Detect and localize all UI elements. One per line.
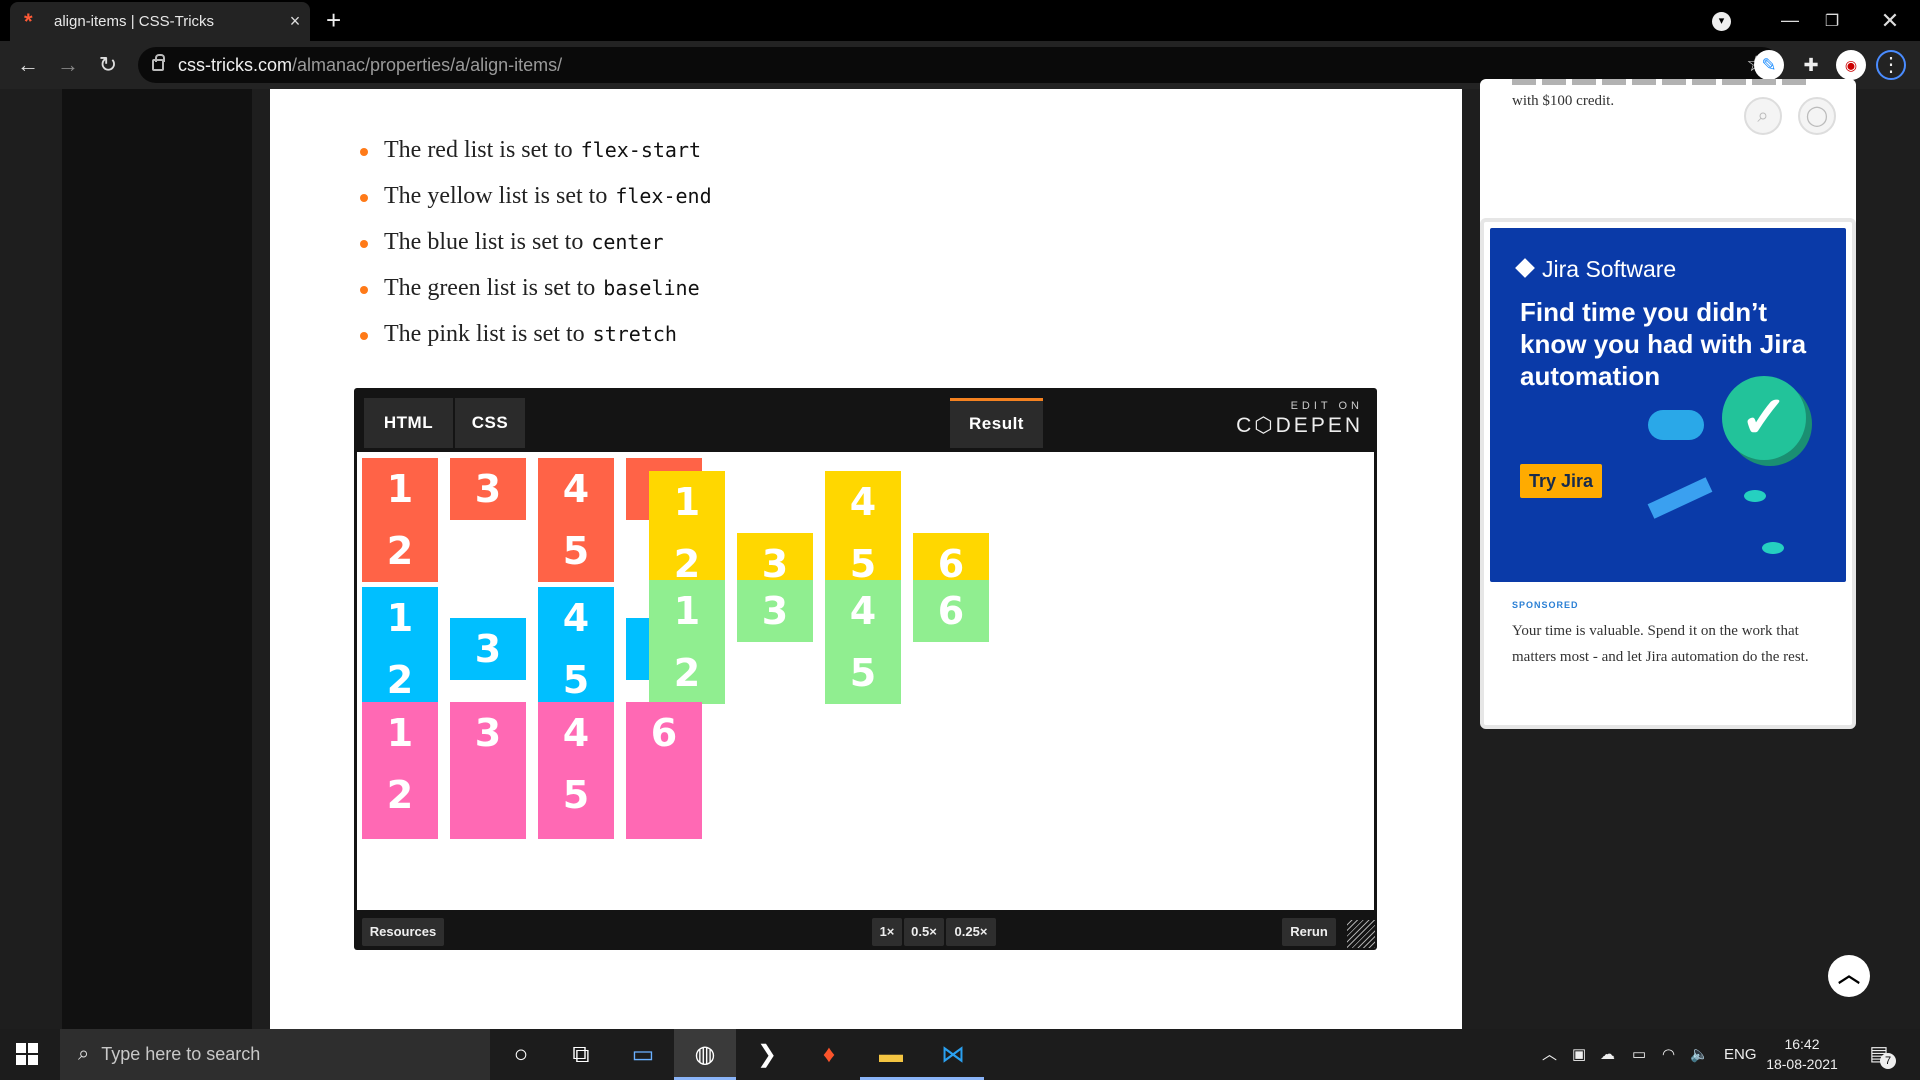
- zoom-0-25x-button[interactable]: 0.25×: [946, 918, 996, 946]
- rerun-button[interactable]: Rerun: [1282, 918, 1336, 946]
- vscode-icon[interactable]: ⋈: [922, 1029, 984, 1080]
- cortana-icon[interactable]: ○: [490, 1029, 552, 1080]
- blue-flex-item: 45: [538, 586, 614, 711]
- codepen-logo: C⬡DEPEN: [1236, 414, 1363, 437]
- url-text: css-tricks.com/almanac/properties/a/alig…: [178, 54, 563, 75]
- codepen-result-frame: 123456123456123456123456123456: [357, 452, 1374, 910]
- wifi-icon[interactable]: ◠: [1662, 1029, 1675, 1080]
- profile-avatar-icon[interactable]: ◉: [1836, 50, 1866, 80]
- list-item: The pink list is set to stretch: [360, 320, 712, 366]
- checkmark-icon: ✓: [1722, 376, 1806, 460]
- jira-logo: Jira Software: [1515, 256, 1676, 283]
- file-explorer-icon[interactable]: ▬: [860, 1029, 922, 1080]
- brave-browser-icon[interactable]: ♦: [798, 1029, 860, 1080]
- list-item: The red list is set to flex-start: [360, 136, 712, 182]
- volume-icon[interactable]: 🔈: [1690, 1029, 1709, 1080]
- notification-count: 7: [1880, 1053, 1896, 1069]
- red-flex-item: 45: [538, 458, 614, 582]
- language-indicator[interactable]: ENG: [1724, 1029, 1757, 1080]
- cloud-illustration: [1648, 410, 1704, 440]
- server-illustration: [1647, 477, 1713, 519]
- green-flex-item: 12: [649, 580, 725, 704]
- zoom-1x-button[interactable]: 1×: [872, 918, 902, 946]
- align-items-value-list: The red list is set to flex-start The yel…: [360, 136, 712, 366]
- codepen-footer: Resources 1× 0.5× 0.25× Rerun: [354, 910, 1377, 950]
- close-tab-icon[interactable]: ×: [280, 11, 310, 32]
- tab-css[interactable]: CSS: [455, 398, 525, 448]
- onedrive-icon[interactable]: ☁: [1600, 1029, 1615, 1080]
- try-jira-button[interactable]: Try Jira: [1520, 464, 1602, 498]
- scroll-to-top-button[interactable]: ︿: [1828, 955, 1870, 997]
- css-tricks-favicon-icon: *: [24, 8, 33, 34]
- search-icon[interactable]: ⌕: [1744, 97, 1782, 135]
- pink-flex-item: 6: [626, 702, 702, 839]
- lock-icon: [152, 54, 165, 71]
- web-page: The red list is set to flex-start The yel…: [0, 79, 1920, 1029]
- credit-text: with $100 credit.: [1512, 93, 1615, 109]
- yellow-flex-item: 45: [825, 471, 901, 595]
- task-view-icon[interactable]: ⧉: [550, 1029, 612, 1080]
- pink-flex-item: 12: [362, 702, 438, 839]
- list-item: The yellow list is set to flex-end: [360, 182, 712, 228]
- user-account-icon[interactable]: ◯: [1798, 97, 1836, 135]
- extensions-puzzle-icon[interactable]: ✚: [1796, 50, 1826, 80]
- codepen-embed: HTML CSS Result EDIT ON C⬡DEPEN 12345612…: [354, 388, 1377, 950]
- browser-tab-bar: * align-items | CSS-Tricks × + ▾ ― ❐ ✕: [0, 0, 1920, 41]
- node-illustration: [1744, 490, 1766, 502]
- tab-title: align-items | CSS-Tricks: [54, 13, 215, 30]
- red-flex-item: 12: [362, 458, 438, 582]
- terminal-app-icon[interactable]: ❯: [736, 1029, 798, 1080]
- article-content: The red list is set to flex-start The yel…: [270, 89, 1462, 1029]
- yellow-flex-item: 12: [649, 471, 725, 595]
- sponsored-label: SPONSORED: [1512, 600, 1579, 610]
- jira-ad-card[interactable]: Jira Software Find time you didn’t know …: [1480, 218, 1856, 729]
- resources-button[interactable]: Resources: [362, 918, 444, 946]
- edit-on-codepen-link[interactable]: EDIT ON C⬡DEPEN: [1236, 400, 1363, 438]
- windows-taskbar: ⌕ Type here to search ○ ⧉ ▭ ◍ ❯ ♦ ▬ ⋈ ︿ …: [0, 1029, 1920, 1080]
- battery-icon[interactable]: ▭: [1632, 1029, 1646, 1080]
- address-bar[interactable]: css-tricks.com/almanac/properties/a/alig…: [138, 47, 1780, 83]
- search-icon: ⌕: [78, 1043, 90, 1065]
- tab-html[interactable]: HTML: [364, 398, 453, 448]
- browser-tab[interactable]: * align-items | CSS-Tricks ×: [10, 2, 310, 41]
- minimize-window-button[interactable]: ―: [1770, 0, 1810, 41]
- browser-menu-icon[interactable]: ⋮: [1876, 50, 1906, 80]
- pink-flex-item: 45: [538, 702, 614, 839]
- taskbar-search-box[interactable]: ⌕ Type here to search: [60, 1029, 490, 1080]
- meet-now-icon[interactable]: ▣: [1572, 1029, 1586, 1080]
- list-item: The green list is set to baseline: [360, 274, 712, 320]
- green-flex-item: 6: [913, 580, 989, 642]
- ad-description: Your time is valuable. Spend it on the w…: [1512, 623, 1809, 665]
- node-illustration: [1762, 542, 1784, 554]
- new-tab-button[interactable]: +: [326, 6, 341, 34]
- tab-result[interactable]: Result: [950, 398, 1043, 448]
- jira-ad-banner[interactable]: Jira Software Find time you didn’t know …: [1490, 228, 1846, 582]
- show-hidden-icons[interactable]: ︿: [1542, 1029, 1557, 1080]
- back-arrow-icon[interactable]: ←: [14, 51, 42, 79]
- pink-flex-item: 3: [450, 702, 526, 839]
- blue-flex-item: 12: [362, 586, 438, 711]
- system-clock[interactable]: 16:42 18-08-2021: [1762, 1034, 1842, 1074]
- blue-flex-item: 3: [450, 617, 526, 680]
- reload-icon[interactable]: ↻: [94, 51, 122, 79]
- tab-search-icon[interactable]: ▾: [1712, 12, 1731, 31]
- list-item: The blue list is set to center: [360, 228, 712, 274]
- codepen-header: HTML CSS Result EDIT ON C⬡DEPEN: [354, 388, 1377, 450]
- green-flex-item: 3: [737, 580, 813, 642]
- red-flex-item: 3: [450, 458, 526, 520]
- computer-icon[interactable]: ▭: [612, 1029, 674, 1080]
- resize-handle[interactable]: [1347, 920, 1375, 948]
- notification-center-icon[interactable]: ▤ 7: [1866, 1041, 1896, 1069]
- green-flex-item: 45: [825, 580, 901, 704]
- windows-start-icon[interactable]: [16, 1043, 38, 1065]
- search-placeholder: Type here to search: [101, 1044, 261, 1064]
- close-window-button[interactable]: ✕: [1870, 0, 1910, 41]
- ad-headline: Find time you didn’t know you had with J…: [1520, 297, 1807, 391]
- left-sidebar: [62, 89, 252, 1029]
- extension-pen-icon[interactable]: ✎: [1754, 50, 1784, 80]
- chrome-taskbar-icon[interactable]: ◍: [674, 1029, 736, 1080]
- restore-window-button[interactable]: ❐: [1812, 0, 1852, 41]
- zoom-0-5x-button[interactable]: 0.5×: [904, 918, 944, 946]
- forward-arrow-icon[interactable]: →: [54, 51, 82, 79]
